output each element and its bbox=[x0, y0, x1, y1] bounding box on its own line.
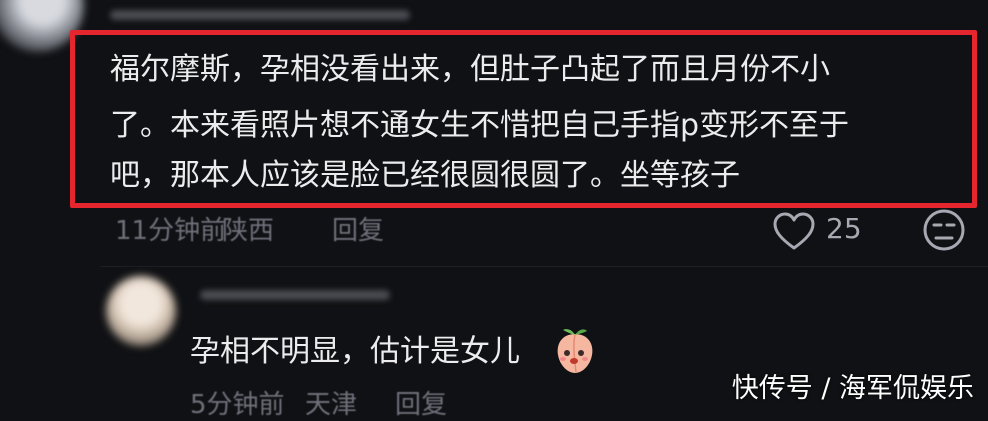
comment-timestamp: 11分钟前 bbox=[115, 216, 227, 246]
comment-text-line: 了。本来看照片想不通女生不惜把自己手指p变形不至于 bbox=[110, 108, 850, 143]
replier-name-blurred[interactable] bbox=[200, 290, 390, 300]
commenter-name-blurred[interactable] bbox=[110, 10, 410, 20]
reply-text: 孕相不明显，估计是女儿 bbox=[190, 334, 520, 369]
comment-divider bbox=[100, 266, 988, 267]
watermark: 快传号 / 海军侃娱乐 bbox=[731, 373, 974, 404]
heart-icon[interactable] bbox=[772, 212, 816, 252]
comment-region: 陕西 bbox=[222, 216, 275, 246]
peach-face-icon bbox=[557, 329, 593, 373]
reply-button[interactable]: 回复 bbox=[332, 210, 384, 247]
comment-text-line: 福尔摩斯，孕相没看出来，但肚子凸起了而且月份不小 bbox=[110, 52, 830, 87]
unamused-face-icon[interactable] bbox=[922, 208, 966, 252]
like-count: 25 bbox=[826, 212, 862, 245]
comment-text-line: 吧，那本人应该是脸已经很圆很圆了。坐等孩子 bbox=[110, 158, 740, 193]
reply-region: 天津 bbox=[305, 390, 358, 420]
replier-avatar[interactable] bbox=[106, 276, 176, 346]
reply-reply-button[interactable]: 回复 bbox=[395, 384, 447, 421]
reply-timestamp: 5分钟前 bbox=[190, 390, 285, 420]
